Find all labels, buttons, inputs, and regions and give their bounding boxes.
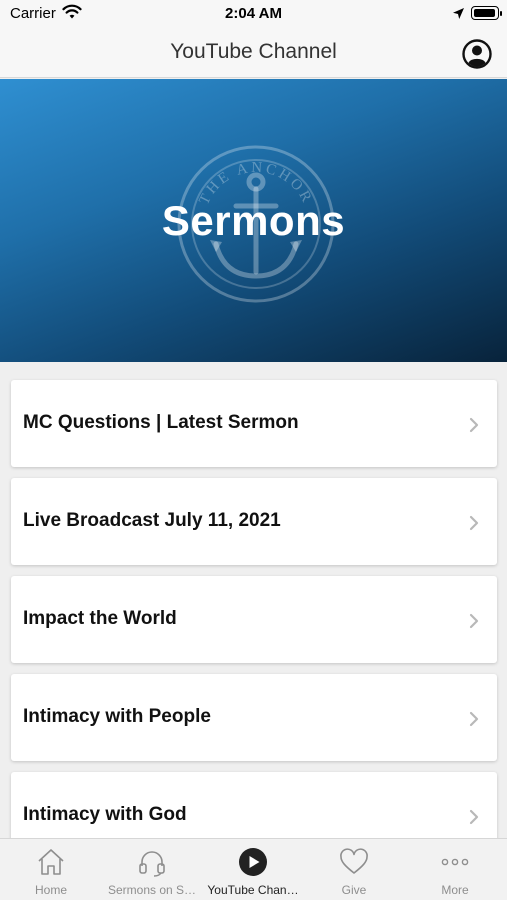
tab-youtube-channel[interactable]: YouTube Chan… [202,839,304,900]
list-item-label: Intimacy with People [23,706,211,727]
tab-sermons[interactable]: Sermons on S… [101,839,203,900]
tab-more[interactable]: More [404,839,506,900]
tab-bar: Home Sermons on S… YouTube Chan… Give Mo… [0,838,507,900]
chevron-right-icon [469,417,479,433]
tab-label: More [441,883,469,897]
chevron-right-icon [469,809,479,825]
list-item-label: Live Broadcast July 11, 2021 [23,510,281,531]
list-item-label: MC Questions | Latest Sermon [23,412,299,433]
banner-title: Sermons [161,197,346,244]
list-item-label: Impact the World [23,608,177,629]
status-bar: Carrier 2:04 AM [0,0,507,30]
tab-label: Home [34,883,67,897]
list-item-label: Intimacy with God [23,804,187,825]
sermon-list: MC Questions | Latest Sermon Live Broadc… [11,380,497,870]
tab-label: Give [341,883,367,897]
chevron-right-icon [469,515,479,531]
list-item[interactable]: Impact the World [11,576,497,663]
chevron-right-icon [469,711,479,727]
home-icon [38,849,64,875]
clock: 2:04 AM [225,5,282,22]
battery-icon [471,6,502,20]
location-arrow-icon [453,8,464,19]
list-item[interactable]: Live Broadcast July 11, 2021 [11,478,497,565]
play-icon [239,848,267,876]
tab-home[interactable]: Home [0,839,102,900]
more-icon [441,858,469,866]
tab-label: YouTube Chan… [207,883,299,897]
list-item[interactable]: Intimacy with People [11,674,497,761]
headphones-icon [139,851,165,877]
navigation-bar: YouTube Channel [0,30,507,78]
sermons-banner: THE ANCHOR Sermons [0,79,507,362]
page-title: YouTube Channel [170,40,337,63]
heart-icon [340,848,368,874]
tab-label: Sermons on S… [107,883,197,897]
profile-icon[interactable] [462,39,492,69]
list-item[interactable]: MC Questions | Latest Sermon [11,380,497,467]
tab-give[interactable]: Give [303,839,405,900]
chevron-right-icon [469,613,479,629]
